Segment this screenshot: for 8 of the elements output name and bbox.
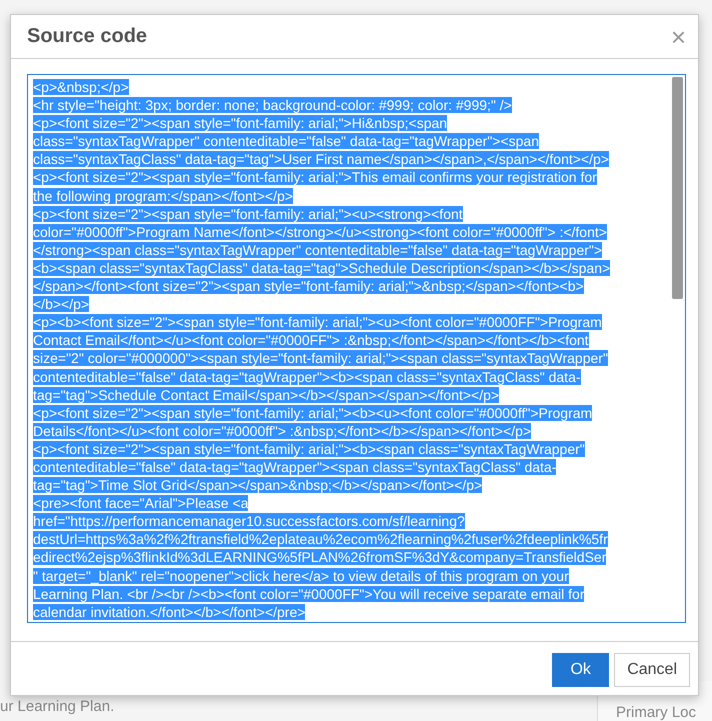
scrollbar-thumb[interactable] [672, 77, 683, 299]
background-text: Primary Loc [616, 704, 696, 721]
close-button[interactable]: × [666, 24, 690, 50]
source-code-field[interactable] [27, 74, 686, 623]
ok-button[interactable]: Ok [552, 653, 610, 687]
cancel-button[interactable]: Cancel [614, 653, 690, 687]
background-text: ur Learning Plan. [0, 698, 114, 717]
dialog-title: Source code [27, 25, 148, 48]
